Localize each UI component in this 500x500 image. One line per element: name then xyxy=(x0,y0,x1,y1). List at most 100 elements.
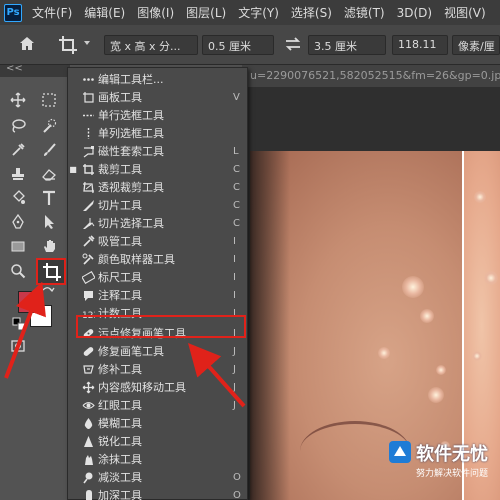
watermark-title: 软件无忧 xyxy=(416,444,488,465)
flyout-label: 减淡工具 xyxy=(98,471,142,484)
flyout-label: 透视裁剪工具 xyxy=(98,181,164,194)
height-input[interactable]: 3.5 厘米 xyxy=(308,35,386,55)
zoom-tool-icon[interactable] xyxy=(7,260,29,282)
pen-tool-icon[interactable] xyxy=(7,211,29,233)
flyout-item-blur[interactable]: 模糊工具 xyxy=(68,414,247,432)
menu-3d[interactable]: 3D(D) xyxy=(397,6,432,20)
brush-tool-icon[interactable] xyxy=(38,139,60,161)
highlight-box xyxy=(76,315,246,338)
perspective-crop-icon xyxy=(78,178,98,196)
flyout-item-sharpen[interactable]: 锐化工具 xyxy=(68,432,247,450)
flyout-item-note[interactable]: 注释工具 I xyxy=(68,286,247,304)
flyout-item-slice-select[interactable]: 切片选择工具 C xyxy=(68,214,247,232)
menu-view[interactable]: 视图(V) xyxy=(444,4,486,21)
flyout-item-color-sampler[interactable]: 颜色取样器工具 I xyxy=(68,250,247,268)
foreground-color-swatch[interactable] xyxy=(18,291,40,313)
flyout-label: 切片工具 xyxy=(98,199,142,212)
crop-tool-button[interactable] xyxy=(36,258,66,285)
menu-image[interactable]: 图像(I) xyxy=(137,4,174,21)
ruler-icon xyxy=(78,268,98,286)
photoshop-logo[interactable]: Ps xyxy=(4,3,22,22)
burn-icon xyxy=(78,486,98,500)
swap-colors-icon[interactable] xyxy=(40,285,56,301)
flyout-shortcut: J xyxy=(233,399,236,411)
menu-file[interactable]: 文件(F) xyxy=(32,4,72,21)
flyout-item-smudge[interactable]: 涂抹工具 xyxy=(68,450,247,468)
flyout-label: 注释工具 xyxy=(98,289,142,302)
flyout-item-edit-toolbar[interactable]: 编辑工具栏... xyxy=(68,70,247,88)
flyout-label: 裁剪工具 xyxy=(98,163,142,176)
flyout-item-perspective-crop[interactable]: 透视裁剪工具 C xyxy=(68,178,247,196)
artboard-icon xyxy=(78,88,98,106)
flyout-label: 单行选框工具 xyxy=(98,109,164,122)
flyout-item-single-column-marquee[interactable]: 单列选框工具 xyxy=(68,124,247,142)
flyout-item-patch[interactable]: 修补工具 J xyxy=(68,360,247,378)
watermark-logo-icon xyxy=(388,440,412,464)
ratio-dropdown[interactable]: 宽 x 高 x 分... xyxy=(104,35,198,55)
note-icon xyxy=(78,286,98,304)
flyout-shortcut: J xyxy=(233,363,236,375)
flyout-item-healing-brush[interactable]: 修复画笔工具 J xyxy=(68,342,247,360)
marquee-tool-icon[interactable] xyxy=(38,89,60,111)
menu-edit[interactable]: 编辑(E) xyxy=(84,4,125,21)
flyout-item-eyedropper[interactable]: 吸管工具 I xyxy=(68,232,247,250)
quick-mask-icon[interactable] xyxy=(7,335,29,357)
hand-tool-icon[interactable] xyxy=(38,235,60,257)
flyout-label: 内容感知移动工具 xyxy=(98,381,186,394)
acne-spot xyxy=(472,351,482,361)
resolution-input[interactable]: 118.11 xyxy=(392,35,448,55)
collapse-icon[interactable]: << xyxy=(6,63,23,74)
flyout-shortcut: I xyxy=(233,235,236,247)
document-tab[interactable]: u=2290076521,582052515&fm=26&gp=0.jpg xyxy=(250,69,500,82)
options-bar: 宽 x 高 x 分... 0.5 厘米 3.5 厘米 118.11 像素/厘 xyxy=(0,25,500,65)
quick-selection-tool-icon[interactable] xyxy=(38,115,60,137)
flyout-label: 切片选择工具 xyxy=(98,217,164,230)
eyedropper-tool-icon[interactable] xyxy=(7,139,29,161)
crop-icon xyxy=(78,160,98,178)
rectangle-tool-icon[interactable] xyxy=(7,235,29,257)
flyout-item-dodge[interactable]: 减淡工具 O xyxy=(68,468,247,486)
stamp-tool-icon[interactable] xyxy=(7,163,29,185)
lasso-tool-icon[interactable] xyxy=(7,115,29,137)
paint-bucket-tool-icon[interactable] xyxy=(7,187,29,209)
home-icon[interactable] xyxy=(18,35,36,53)
menu-select[interactable]: 选择(S) xyxy=(291,4,332,21)
healing-brush-icon xyxy=(78,342,98,360)
swap-icon[interactable] xyxy=(284,35,302,53)
width-input[interactable]: 0.5 厘米 xyxy=(202,35,274,55)
magnetic-lasso-icon xyxy=(78,142,98,160)
flyout-label: 画板工具 xyxy=(98,91,142,104)
type-tool-icon[interactable] xyxy=(38,187,60,209)
flyout-item-burn[interactable]: 加深工具 O xyxy=(68,486,247,500)
acne-spot xyxy=(402,276,424,298)
current-tool-marker: ■ xyxy=(69,164,77,174)
acne-spot xyxy=(484,271,498,285)
flyout-item-content-aware-move[interactable]: 内容感知移动工具 J xyxy=(68,378,247,396)
photo-shadow xyxy=(250,151,290,500)
content-aware-move-icon xyxy=(78,378,98,396)
acne-spot xyxy=(474,191,486,203)
chevron-down-icon[interactable] xyxy=(84,41,90,45)
menu-type[interactable]: 文字(Y) xyxy=(238,4,279,21)
crop-preset-icon[interactable] xyxy=(58,35,78,55)
eraser-tool-icon[interactable] xyxy=(38,163,60,185)
menu-layer[interactable]: 图层(L) xyxy=(186,4,226,21)
resolution-unit-dropdown[interactable]: 像素/厘 xyxy=(452,35,500,55)
flyout-item-slice[interactable]: 切片工具 C xyxy=(68,196,247,214)
path-selection-tool-icon[interactable] xyxy=(38,211,60,233)
flyout-label: 修补工具 xyxy=(98,363,142,376)
flyout-item-magnetic-lasso[interactable]: 磁性套索工具 L xyxy=(68,142,247,160)
flyout-item-red-eye[interactable]: 红眼工具 J xyxy=(68,396,247,414)
canvas-area[interactable] xyxy=(242,87,500,500)
flyout-item-crop[interactable]: ■ 裁剪工具 C xyxy=(68,160,247,178)
flyout-item-artboard[interactable]: 画板工具 V xyxy=(68,88,247,106)
menu-filter[interactable]: 滤镜(T) xyxy=(344,4,385,21)
patch-icon xyxy=(78,360,98,378)
default-colors-icon[interactable] xyxy=(12,317,26,331)
eyedropper-icon xyxy=(78,232,98,250)
move-tool-icon[interactable] xyxy=(7,89,29,111)
flyout-shortcut: I xyxy=(233,253,236,265)
flyout-item-single-row-marquee[interactable]: 单行选框工具 xyxy=(68,106,247,124)
red-eye-icon xyxy=(78,396,98,414)
flyout-item-ruler[interactable]: 标尺工具 I xyxy=(68,268,247,286)
